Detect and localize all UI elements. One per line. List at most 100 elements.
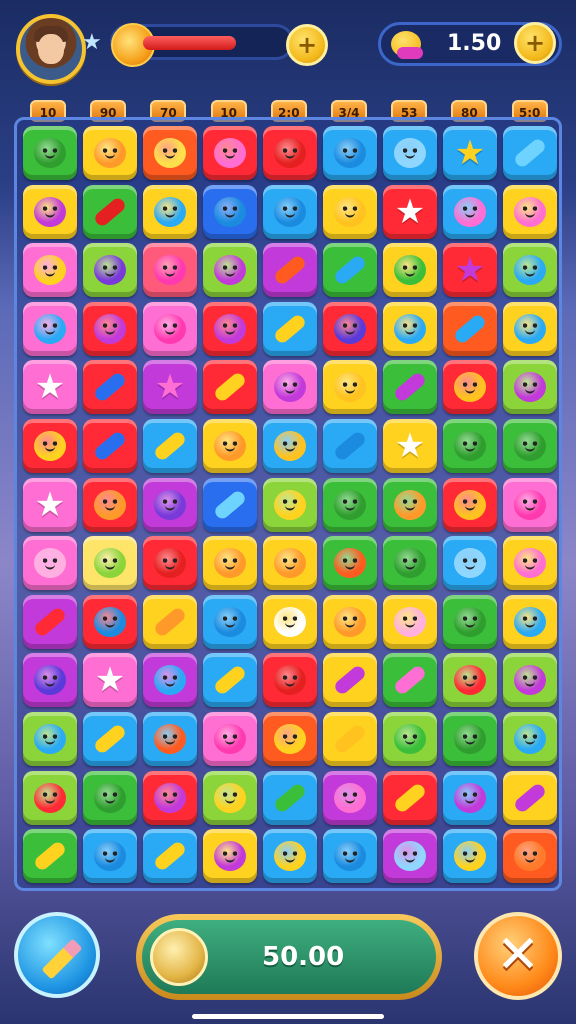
tile[interactable]: [23, 712, 77, 766]
tile[interactable]: [143, 594, 197, 649]
tile[interactable]: [23, 594, 77, 649]
tile[interactable]: [323, 594, 377, 649]
close-button[interactable]: ✕: [474, 912, 562, 1000]
tile[interactable]: [503, 536, 557, 591]
tile[interactable]: ★: [83, 653, 137, 708]
tile[interactable]: [323, 477, 377, 532]
tile[interactable]: [143, 477, 197, 532]
tile[interactable]: [503, 126, 557, 180]
tile[interactable]: [323, 536, 377, 591]
tile[interactable]: [503, 712, 557, 766]
tile[interactable]: [203, 712, 257, 766]
tile[interactable]: [263, 184, 317, 239]
tile[interactable]: [503, 653, 557, 708]
tile[interactable]: [383, 653, 437, 708]
add-coins-button[interactable]: +: [514, 22, 556, 64]
tile[interactable]: [383, 243, 437, 298]
tile[interactable]: [83, 126, 137, 180]
tile[interactable]: ★: [383, 419, 437, 473]
tile[interactable]: [443, 536, 497, 591]
tile[interactable]: ★: [443, 243, 497, 298]
tile[interactable]: [443, 477, 497, 532]
tile[interactable]: [503, 184, 557, 239]
tile[interactable]: [23, 184, 77, 239]
tile[interactable]: [203, 594, 257, 649]
tile[interactable]: ★: [443, 126, 497, 180]
tile[interactable]: [323, 829, 377, 884]
tile[interactable]: [23, 419, 77, 473]
tile[interactable]: ★: [23, 360, 77, 415]
tile[interactable]: ★: [23, 477, 77, 532]
tile[interactable]: [383, 536, 437, 591]
tile[interactable]: [263, 536, 317, 591]
tile[interactable]: [443, 301, 497, 356]
tile[interactable]: [263, 594, 317, 649]
tile[interactable]: [383, 360, 437, 415]
tile[interactable]: [443, 829, 497, 884]
tile[interactable]: [323, 184, 377, 239]
tile[interactable]: [263, 653, 317, 708]
tile[interactable]: [143, 536, 197, 591]
tile[interactable]: [383, 301, 437, 356]
tile[interactable]: [323, 419, 377, 473]
tile[interactable]: [263, 301, 317, 356]
tile[interactable]: [83, 301, 137, 356]
tile[interactable]: [323, 360, 377, 415]
tile[interactable]: [83, 712, 137, 766]
tile[interactable]: [203, 126, 257, 180]
tile[interactable]: [203, 770, 257, 825]
tile[interactable]: [383, 829, 437, 884]
tile[interactable]: [203, 301, 257, 356]
tile[interactable]: [203, 829, 257, 884]
tile[interactable]: [323, 770, 377, 825]
tile[interactable]: [263, 477, 317, 532]
tile[interactable]: [83, 243, 137, 298]
tile[interactable]: [83, 536, 137, 591]
game-board[interactable]: ★ ★ ★ ★ ★ ★ ★ ★: [14, 117, 562, 891]
tile[interactable]: [143, 770, 197, 825]
tile[interactable]: [503, 419, 557, 473]
tile[interactable]: [383, 594, 437, 649]
tile[interactable]: [323, 653, 377, 708]
tile[interactable]: [503, 243, 557, 298]
tile[interactable]: [443, 594, 497, 649]
tile[interactable]: [143, 419, 197, 473]
tile[interactable]: [23, 301, 77, 356]
tile[interactable]: [503, 477, 557, 532]
tile[interactable]: [23, 829, 77, 884]
tile[interactable]: [83, 594, 137, 649]
tile[interactable]: [83, 477, 137, 532]
tile[interactable]: [443, 770, 497, 825]
tile[interactable]: [203, 536, 257, 591]
tile[interactable]: [323, 126, 377, 180]
tile[interactable]: [23, 653, 77, 708]
tile[interactable]: [383, 477, 437, 532]
tile[interactable]: [143, 653, 197, 708]
tile[interactable]: [323, 243, 377, 298]
tile[interactable]: [383, 770, 437, 825]
tile[interactable]: [383, 712, 437, 766]
tile[interactable]: [383, 126, 437, 180]
add-energy-button[interactable]: +: [286, 24, 328, 66]
tile[interactable]: [263, 126, 317, 180]
tile[interactable]: ★: [143, 360, 197, 415]
home-indicator[interactable]: [192, 1014, 384, 1019]
tile[interactable]: [203, 653, 257, 708]
tile[interactable]: [23, 243, 77, 298]
tile[interactable]: [143, 301, 197, 356]
tile[interactable]: [263, 712, 317, 766]
tile[interactable]: [143, 712, 197, 766]
tile[interactable]: [503, 301, 557, 356]
tile[interactable]: [503, 594, 557, 649]
tile[interactable]: [263, 243, 317, 298]
tile[interactable]: [443, 653, 497, 708]
pencil-hint-button[interactable]: [14, 912, 100, 998]
tile[interactable]: [83, 770, 137, 825]
tile[interactable]: [23, 770, 77, 825]
tile[interactable]: [83, 360, 137, 415]
tile[interactable]: [203, 419, 257, 473]
tile[interactable]: [143, 184, 197, 239]
tile[interactable]: ★: [383, 184, 437, 239]
player-avatar[interactable]: [16, 14, 86, 84]
tile[interactable]: [503, 360, 557, 415]
